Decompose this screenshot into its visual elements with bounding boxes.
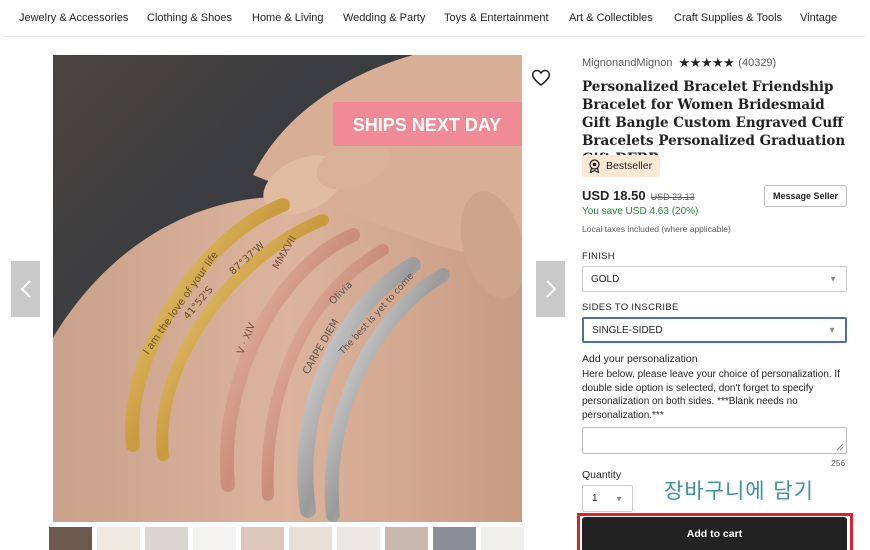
seller-row: MignonandMignon ★★★★★ (40329)	[582, 55, 776, 71]
original-price: USD 23.13	[650, 192, 695, 202]
shop-name-link[interactable]: MignonandMignon	[582, 57, 673, 69]
nav-art-collectibles[interactable]: Art & Collectibles	[569, 12, 653, 24]
sides-selected-value: SINGLE-SIDED	[592, 324, 663, 336]
thumbnail[interactable]	[289, 527, 332, 550]
thumbnail[interactable]	[97, 527, 140, 550]
bracelet-photo: I am the love of your life 41°52'S 87°37…	[53, 55, 522, 522]
chevron-left-icon	[20, 280, 31, 298]
thumbnail-strip	[49, 527, 524, 550]
add-to-cart-annotation: 장바구니에 담기	[664, 479, 814, 503]
message-seller-button[interactable]: Message Seller	[764, 185, 847, 207]
review-count[interactable]: (40329)	[738, 57, 776, 69]
bestseller-badge: Bestseller	[582, 155, 661, 177]
tax-note: Local taxes included (where applicable)	[582, 224, 731, 234]
favorite-button[interactable]	[531, 68, 551, 88]
ships-next-day-text: SHIPS NEXT DAY	[353, 115, 501, 135]
rating-stars-icon[interactable]: ★★★★★	[679, 55, 735, 71]
personalization-textarea[interactable]	[582, 427, 847, 454]
thumbnail[interactable]	[193, 527, 236, 550]
quantity-value: 1	[592, 493, 598, 504]
award-ribbon-icon	[589, 159, 600, 173]
chevron-right-icon	[545, 280, 556, 298]
sides-to-inscribe-select[interactable]: SINGLE-SIDED ▼	[582, 317, 847, 343]
heart-icon	[531, 69, 551, 87]
nav-vintage[interactable]: Vintage	[800, 12, 837, 24]
character-counter: 256	[831, 458, 846, 468]
savings-text: You save USD 4.63 (20%)	[582, 206, 699, 217]
price-row: USD 18.50 USD 23.13	[582, 188, 695, 203]
badge-label: Bestseller	[606, 160, 653, 172]
prev-image-button[interactable]	[11, 261, 40, 317]
current-price: USD 18.50	[582, 188, 646, 203]
quantity-select[interactable]: 1 ▼	[582, 485, 633, 512]
sides-label: SIDES TO INSCRIBE	[582, 302, 679, 313]
personalization-instructions: Here below, please leave your choice of …	[582, 369, 840, 421]
nav-clothing-shoes[interactable]: Clothing & Shoes	[147, 12, 232, 24]
nav-toys-entertainment[interactable]: Toys & Entertainment	[444, 12, 549, 24]
nav-wedding-party[interactable]: Wedding & Party	[343, 12, 425, 24]
thumbnail[interactable]	[145, 527, 188, 550]
quantity-label: Quantity	[582, 469, 622, 481]
finish-select[interactable]: GOLD ▼	[582, 266, 847, 292]
thumbnail[interactable]	[481, 527, 524, 550]
nav-jewelry-accessories[interactable]: Jewelry & Accessories	[19, 12, 128, 24]
main-product-image[interactable]: I am the love of your life 41°52'S 87°37…	[53, 55, 522, 522]
caret-down-icon: ▼	[615, 494, 623, 503]
next-image-button[interactable]	[536, 261, 565, 317]
resize-handle-icon[interactable]	[836, 443, 844, 451]
nav-craft-supplies-tools[interactable]: Craft Supplies & Tools	[674, 12, 782, 24]
thumbnail[interactable]	[385, 527, 428, 550]
personalization-title: Add your personalization	[582, 353, 698, 365]
add-to-cart-button[interactable]: Add to cart	[582, 517, 847, 550]
thumbnail[interactable]	[49, 527, 92, 550]
caret-down-icon: ▼	[828, 325, 836, 335]
finish-selected-value: GOLD	[591, 273, 620, 285]
thumbnail[interactable]	[241, 527, 284, 550]
caret-down-icon: ▼	[829, 274, 837, 284]
finish-label: FINISH	[582, 251, 615, 262]
nav-home-living[interactable]: Home & Living	[252, 12, 324, 24]
category-nav: Jewelry & Accessories Clothing & Shoes H…	[5, 0, 865, 37]
thumbnail[interactable]	[337, 527, 380, 550]
thumbnail[interactable]	[433, 527, 476, 550]
